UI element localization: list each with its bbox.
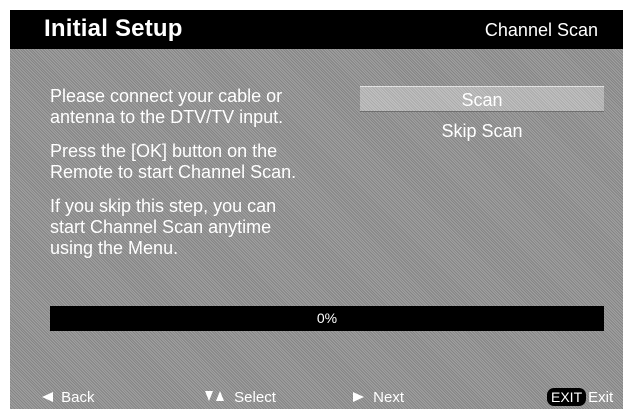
skip-scan-button[interactable]: Skip Scan	[360, 118, 604, 144]
page-title: Initial Setup	[44, 15, 183, 42]
exit-hint[interactable]: EXIT Exit	[547, 386, 613, 409]
up-down-arrow-icon	[203, 389, 234, 406]
instruction-connect: Please connect your cable or antenna to …	[50, 86, 284, 127]
tv-screen: Initial Setup Channel Scan Please connec…	[0, 0, 633, 419]
select-label: Select	[234, 389, 276, 406]
initial-setup-panel: Initial Setup Channel Scan Please connec…	[10, 10, 623, 409]
select-hint[interactable]: Select	[203, 386, 276, 409]
left-arrow-icon	[40, 389, 61, 406]
scan-button[interactable]: Scan	[360, 86, 604, 112]
section-title: Channel Scan	[484, 20, 598, 40]
instruction-skip: If you skip this step, you can start Cha…	[50, 196, 277, 258]
scan-menu: Scan Skip Scan	[360, 86, 604, 150]
instruction-ok: Press the [OK] button on the Remote to s…	[50, 141, 297, 182]
back-label: Back	[61, 389, 95, 406]
right-arrow-icon	[352, 389, 373, 406]
scan-progress-bar: 0%	[50, 306, 604, 331]
exit-label: Exit	[588, 389, 614, 406]
progress-label: 0%	[316, 310, 338, 326]
back-hint[interactable]: Back	[40, 386, 95, 409]
next-label: Next	[373, 389, 405, 406]
next-hint[interactable]: Next	[352, 386, 404, 409]
exit-key-badge: EXIT	[547, 388, 587, 406]
footer-hints: Back Select Next EXIT Exit	[10, 386, 623, 409]
instructions: Please connect your cable or antenna to …	[50, 86, 340, 272]
header-bar: Initial Setup Channel Scan	[10, 10, 623, 49]
